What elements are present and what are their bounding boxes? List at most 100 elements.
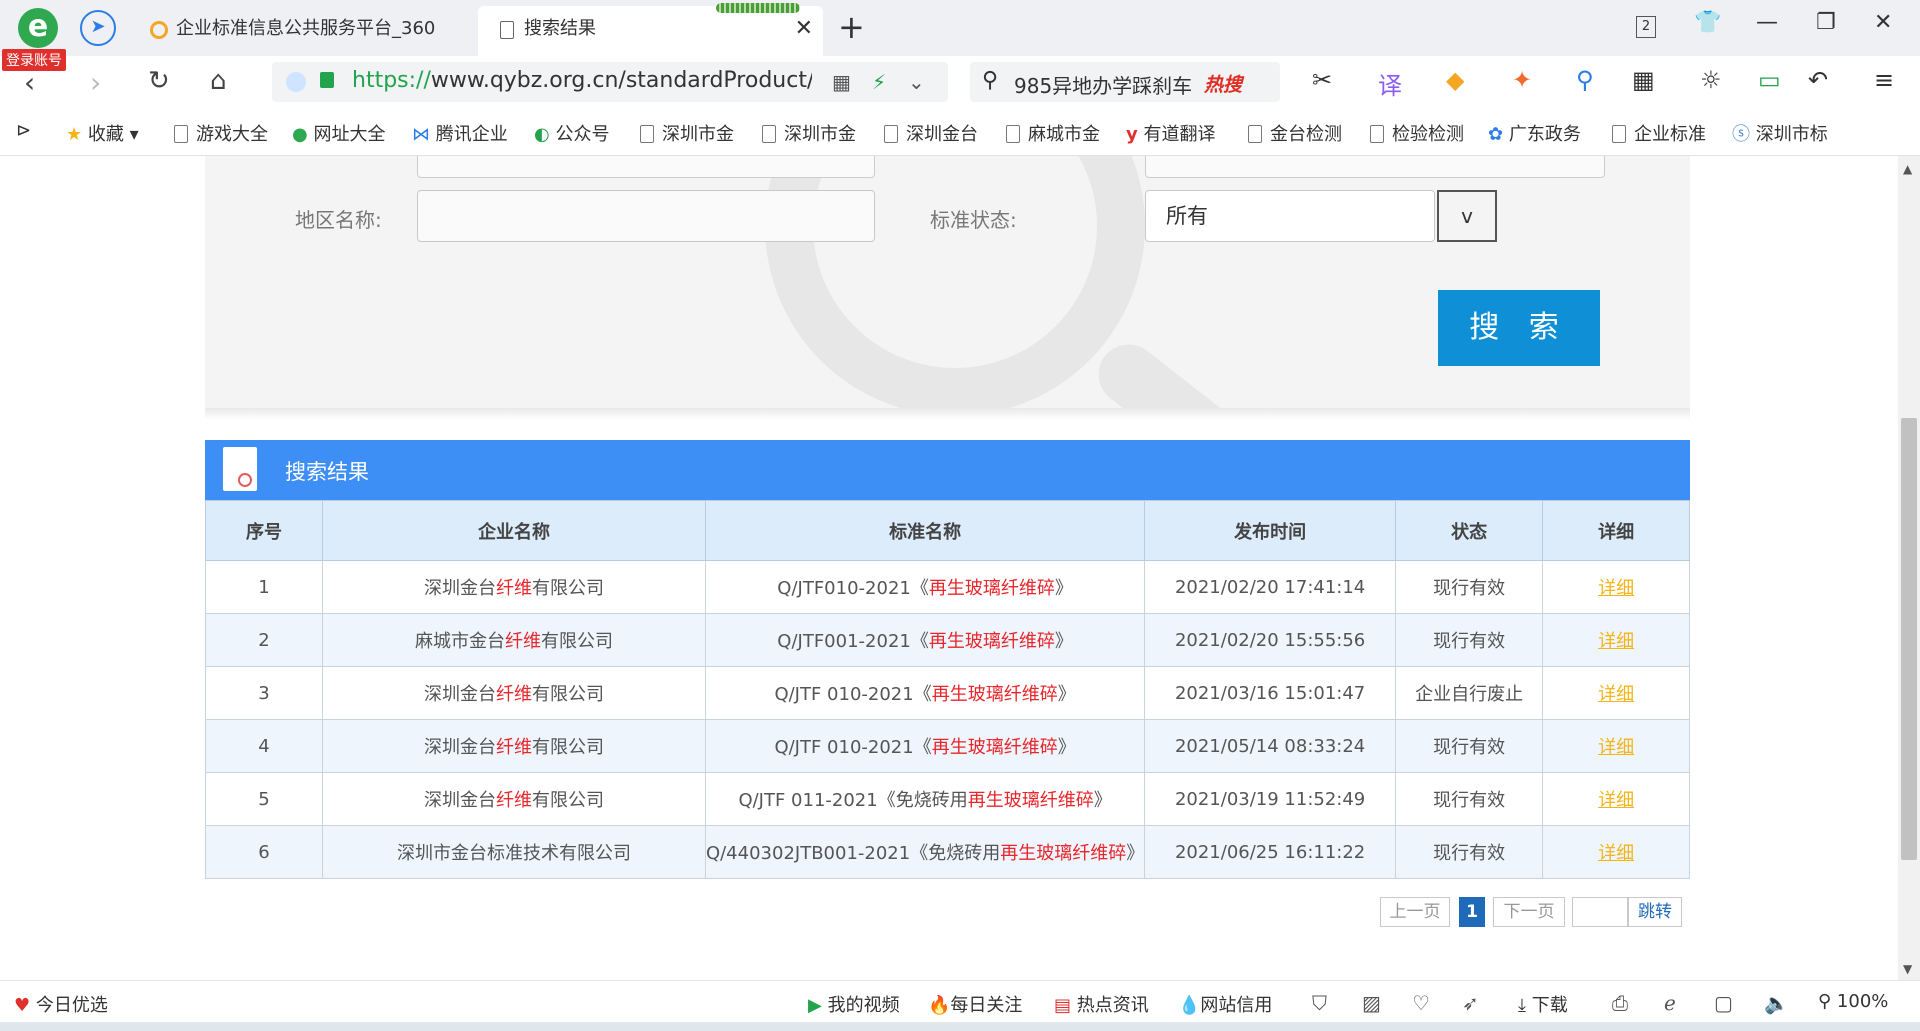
hot-search-text[interactable]: 985异地办学踩刹车 <box>1014 70 1192 99</box>
current-page[interactable]: 1 <box>1459 897 1485 927</box>
row-number: 6 <box>205 825 323 879</box>
jump-button[interactable]: 跳转 <box>1628 897 1682 927</box>
close-window-icon[interactable]: ✕ <box>1874 10 1892 35</box>
upper-input-partial[interactable] <box>417 156 875 178</box>
results-title: 搜索结果 <box>285 460 369 484</box>
bookmark-favorites[interactable]: ★ 收藏 ▾ <box>66 120 139 146</box>
vertical-scrollbar[interactable]: ▲ ▼ <box>1898 156 1920 980</box>
bookmark-item[interactable]: 游戏大全 <box>174 120 268 146</box>
minimize-icon[interactable]: — <box>1756 10 1778 35</box>
zoom-level[interactable]: ⚲ 100% <box>1818 991 1888 1012</box>
next-page-button[interactable]: 下一页 <box>1493 897 1565 927</box>
speed-mode-icon[interactable]: ⚡ <box>872 70 886 94</box>
ie-mode-icon[interactable]: ℯ <box>1664 991 1676 1015</box>
address-bar[interactable]: https://www.qybz.org.cn/standardProduct/… <box>272 62 948 102</box>
translate-icon[interactable]: 译 <box>1378 66 1402 101</box>
bookmark-item[interactable]: 金台检测 <box>1248 120 1342 146</box>
close-tab-icon[interactable]: ✕ <box>795 6 813 52</box>
tab-search-results[interactable]: 搜索结果 ✕ <box>478 6 823 56</box>
scroll-up-icon[interactable]: ▲ <box>1903 162 1912 176</box>
forward-icon[interactable]: › <box>90 66 101 99</box>
my-video[interactable]: ▶ 我的视频 <box>808 991 900 1017</box>
login-account-badge[interactable]: 登录账号 <box>2 49 66 71</box>
shield-extension-icon[interactable]: ◆ <box>1446 66 1464 94</box>
search-button[interactable]: 搜 索 <box>1438 290 1600 366</box>
page-icon <box>1006 125 1020 143</box>
rocket-icon[interactable]: ➶ <box>1462 991 1479 1015</box>
today-picks[interactable]: ♥ 今日优选 <box>14 991 108 1017</box>
window-icon[interactable]: ▢ <box>1714 991 1733 1015</box>
sidebar-toggle-icon[interactable]: ⊳ <box>16 120 31 141</box>
bookmark-item[interactable]: ✿ 广东政务 <box>1488 120 1581 146</box>
hot-news[interactable]: ▤ 热点资讯 <box>1054 991 1149 1017</box>
navigate-icon[interactable]: ➤ <box>80 10 116 46</box>
bookmark-item[interactable]: ◐ 公众号 <box>534 120 609 146</box>
chevron-down-icon[interactable]: ⌄ <box>908 70 925 94</box>
tab-title: 企业标准信息公共服务平台_360 <box>176 18 436 39</box>
hot-search-badge[interactable]: 热搜 <box>1204 70 1242 97</box>
menu-icon[interactable]: ≡ <box>1874 66 1894 94</box>
page-icon <box>1612 125 1626 143</box>
detail-link[interactable]: 详细 <box>1598 843 1634 864</box>
detail-link[interactable]: 详细 <box>1598 684 1634 705</box>
bookmark-item[interactable]: 深圳市金 <box>640 120 734 146</box>
publish-time: 2021/03/16 15:01:47 <box>1144 666 1396 720</box>
prev-page-button[interactable]: 上一页 <box>1380 897 1450 927</box>
volume-icon[interactable]: 🔈 <box>1764 991 1789 1015</box>
new-tab-icon[interactable]: + <box>838 8 865 46</box>
lock-icon[interactable] <box>320 72 334 88</box>
scissors-icon[interactable]: ✂ <box>1312 66 1332 94</box>
battery-icon[interactable]: ▭ <box>1758 66 1781 94</box>
game-extension-icon[interactable]: ✦ <box>1512 66 1532 94</box>
refresh-icon[interactable]: ↻ <box>148 66 170 96</box>
site-credit[interactable]: 💧网站信用 <box>1178 991 1272 1017</box>
detail-link[interactable]: 详细 <box>1598 737 1634 758</box>
status-dropdown-button[interactable]: v <box>1437 190 1497 242</box>
apps-grid-icon[interactable]: ▦ <box>1632 66 1655 94</box>
image-icon[interactable]: ▨ <box>1362 991 1381 1015</box>
home-icon[interactable]: ⌂ <box>210 66 227 96</box>
url-text[interactable]: https://www.qybz.org.cn/standardProduct/… <box>352 68 812 93</box>
upper-input-partial[interactable] <box>1145 156 1605 178</box>
bookmark-item[interactable]: y 有道翻译 <box>1126 120 1215 146</box>
status-label: 标准状态: <box>930 208 1017 232</box>
printer-icon[interactable]: ⎙ <box>1612 991 1628 1015</box>
daily-follow[interactable]: 🔥每日关注 <box>928 991 1022 1017</box>
jump-page-input[interactable] <box>1572 897 1628 927</box>
qr-code-icon[interactable]: ▦ <box>832 70 851 94</box>
column-header: 状态 <box>1394 500 1544 561</box>
tab-platform[interactable]: 企业标准信息公共服务平台_360 <box>140 6 475 56</box>
bookmark-item[interactable]: 企业标准 <box>1612 120 1706 146</box>
tab-drag-handle[interactable] <box>716 3 800 13</box>
region-input[interactable] <box>417 190 875 242</box>
magnifier-icon[interactable]: ⚲ <box>1576 66 1594 94</box>
detail-link[interactable]: 详细 <box>1598 578 1634 599</box>
detail-cell: 详细 <box>1542 719 1690 773</box>
hot-search-box[interactable]: ⚲ 985异地办学踩刹车 热搜 <box>970 62 1280 102</box>
download-icon: ⤓ <box>1518 995 1526 1016</box>
brightness-icon[interactable]: ☼ <box>1700 66 1722 94</box>
restore-icon[interactable]: ❐ <box>1816 10 1836 35</box>
page-icon <box>1370 125 1384 143</box>
skin-icon[interactable]: 👕 <box>1694 10 1721 35</box>
shield-check-icon[interactable]: ⛉ <box>1312 991 1327 1015</box>
detail-link[interactable]: 详细 <box>1598 631 1634 652</box>
browser-logo-icon[interactable]: e <box>18 8 58 48</box>
bookmark-item[interactable]: ⓢ 深圳市标 <box>1732 120 1828 146</box>
detail-link[interactable]: 详细 <box>1598 790 1634 811</box>
tab-count-icon[interactable]: 2 <box>1636 16 1656 38</box>
status-select[interactable]: 所有 <box>1145 190 1435 242</box>
scrollbar-thumb[interactable] <box>1901 418 1917 860</box>
download[interactable]: ⤓ 下载 <box>1518 991 1568 1017</box>
scroll-down-icon[interactable]: ▼ <box>1903 962 1912 976</box>
security-shield-icon[interactable] <box>286 72 306 92</box>
bookmark-item[interactable]: ⋈ 腾讯企业 <box>412 120 508 146</box>
bookmark-item[interactable]: 麻城市金 <box>1006 120 1100 146</box>
bookmark-item[interactable]: 检验检测 <box>1370 120 1464 146</box>
bookmark-item[interactable]: 深圳市金 <box>762 120 856 146</box>
standard-name: Q/JTF010-2021《再生玻璃纤维碎》 <box>704 560 1146 614</box>
bookmark-item[interactable]: 深圳金台 <box>884 120 978 146</box>
undo-icon[interactable]: ↶ <box>1808 66 1828 94</box>
health-icon[interactable]: ♡ <box>1412 991 1430 1015</box>
bookmark-item[interactable]: ● 网址大全 <box>292 120 385 146</box>
